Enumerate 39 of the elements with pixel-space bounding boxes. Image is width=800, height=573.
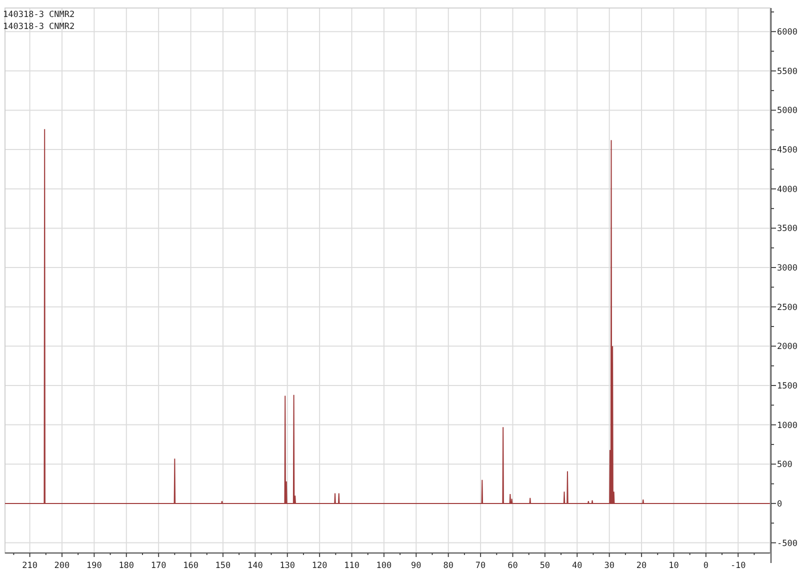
axis-tick-label: -500 bbox=[777, 538, 798, 549]
axis-tick-label: 6000 bbox=[777, 28, 798, 38]
axis-tick-label: 110 bbox=[344, 561, 360, 571]
axis-tick-label: 140 bbox=[248, 561, 263, 571]
axis-tick-label: 80 bbox=[443, 561, 454, 571]
axis-tick-label: 50 bbox=[540, 561, 550, 571]
axis-tick-label: 4500 bbox=[777, 146, 798, 156]
axis-tick-label: 0 bbox=[703, 561, 708, 571]
axis-tick-label: 120 bbox=[312, 561, 328, 571]
axis-tick-label: 170 bbox=[150, 561, 166, 571]
axis-tick-label: 100 bbox=[376, 561, 392, 571]
axis-tick-label: 190 bbox=[86, 561, 102, 571]
axis-tick-label: 500 bbox=[777, 460, 792, 470]
axis-tick-label: 5500 bbox=[777, 66, 798, 77]
axis-tick-label: 20 bbox=[636, 561, 647, 571]
axis-tick-label: 40 bbox=[572, 561, 582, 571]
spectrum-label: 140318-3 CNMR2 bbox=[3, 10, 75, 20]
axis-tick-label: 1000 bbox=[777, 420, 798, 431]
axis-tick-label: 200 bbox=[54, 561, 70, 571]
axis-tick-label: 210 bbox=[22, 561, 38, 571]
axis-tick-label: 3000 bbox=[777, 264, 798, 274]
axis-tick-label: 4000 bbox=[777, 184, 798, 195]
axis-tick-label: 2000 bbox=[777, 342, 798, 352]
axis-tick-label: 70 bbox=[475, 561, 486, 571]
axis-tick-label: -10 bbox=[730, 561, 746, 571]
axis-tick-label: 5000 bbox=[777, 106, 798, 116]
axis-tick-label: 60 bbox=[508, 561, 518, 571]
axis-tick-label: 30 bbox=[604, 561, 614, 571]
axis-tick-label: 10 bbox=[668, 561, 679, 571]
axis-tick-label: 130 bbox=[280, 561, 296, 571]
axis-tick-label: 180 bbox=[118, 561, 134, 571]
axis-tick-label: 150 bbox=[215, 561, 231, 571]
axis-tick-label: 2500 bbox=[777, 302, 798, 313]
axis-tick-label: 90 bbox=[411, 561, 422, 571]
axis-tick-label: 3500 bbox=[777, 224, 798, 234]
axis-tick-label: 160 bbox=[183, 561, 198, 571]
spectrum-label: 140318-3 CNMR2 bbox=[3, 22, 75, 32]
axis-tick-label: 0 bbox=[777, 499, 782, 510]
axis-tick-label: 1500 bbox=[777, 382, 798, 392]
